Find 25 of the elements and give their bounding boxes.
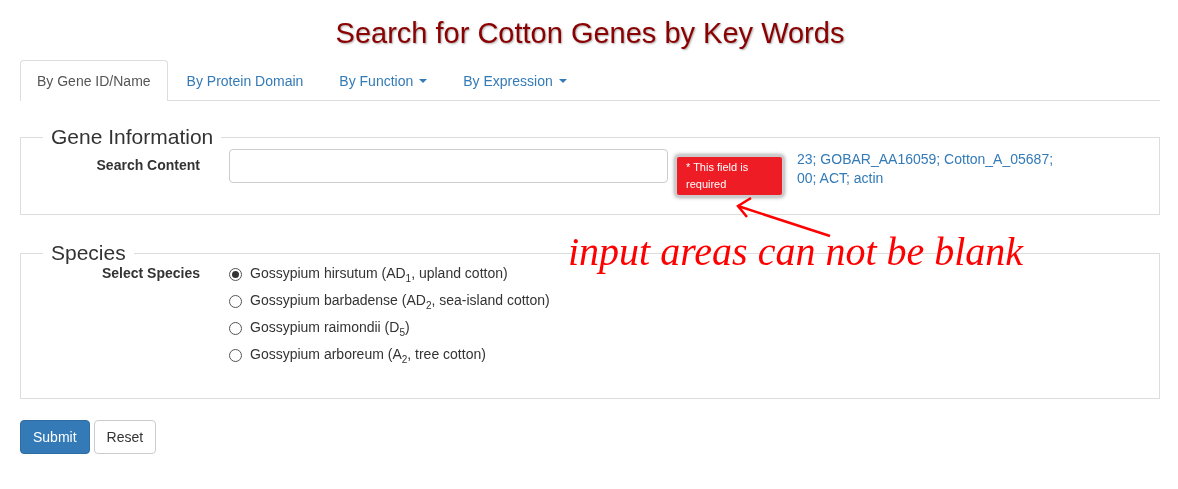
- tab[interactable]: By Expression: [446, 60, 584, 100]
- panel-legend: Species: [43, 241, 134, 265]
- error-tooltip: * This field is required: [675, 155, 784, 197]
- arrow-icon: [733, 196, 833, 238]
- field-label: Search Content: [95, 156, 201, 173]
- option-label: Gossypium hirsutum (AD$_{1}$, upland cotton): [250, 265, 508, 284]
- example-hint: 00; ACT; actin: [797, 169, 885, 188]
- radio-button[interactable]: [229, 349, 242, 362]
- option-label: Gossypium barbadense (AD$_{2}$, sea-island cotton): [250, 292, 550, 311]
- example-hint: 23; GOBAR_AA16059; Cotton_A_05687;: [797, 150, 1054, 169]
- submit-button[interactable]: Submit: [20, 420, 90, 454]
- tab[interactable]: By Function: [322, 60, 445, 100]
- page-title: Search for Cotton Genes by Key Words: [334, 16, 846, 50]
- panel-legend: Gene Information: [43, 125, 222, 149]
- option-label: Gossypium raimondii (D$_{5}$): [250, 319, 410, 338]
- radio-button[interactable]: [229, 322, 242, 335]
- radio-button[interactable]: [229, 268, 242, 281]
- search-field[interactable]: [229, 149, 668, 183]
- tab[interactable]: By Gene ID/Name: [20, 60, 168, 101]
- option-label: Gossypium arboreum (A$_{2}$, tree cotton): [250, 346, 486, 365]
- reset-button[interactable]: Reset: [93, 420, 157, 454]
- field-label: Select Species: [100, 265, 201, 281]
- annotation-text: input areas can not be blank: [568, 228, 1024, 275]
- tab[interactable]: By Protein Domain: [169, 60, 321, 100]
- radio-button[interactable]: [229, 295, 242, 308]
